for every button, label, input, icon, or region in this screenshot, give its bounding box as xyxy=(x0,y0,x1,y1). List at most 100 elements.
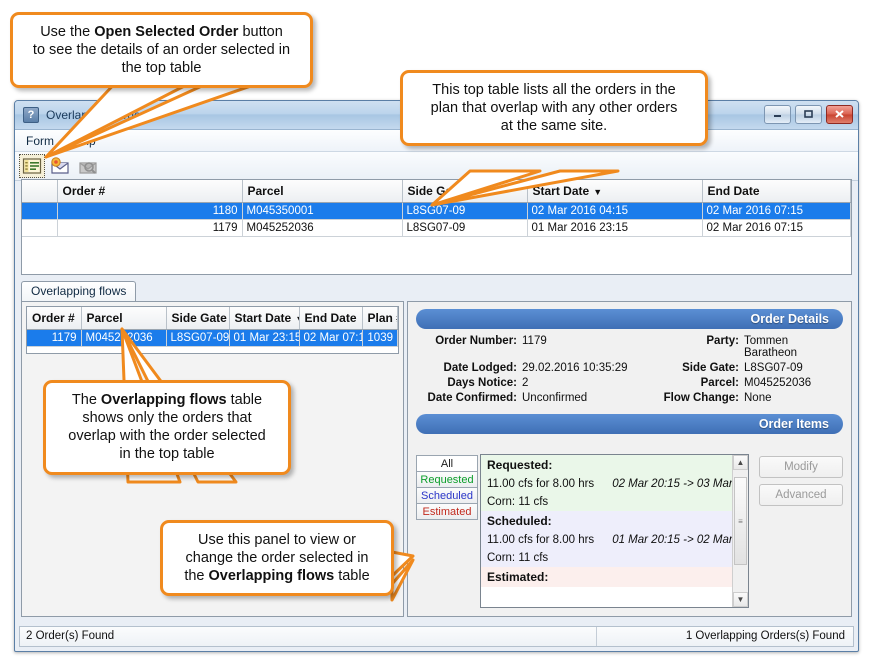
list-item[interactable]: Corn: 11 cfs xyxy=(481,493,733,511)
tab-overlapping-flows[interactable]: Overlapping flows xyxy=(21,281,136,301)
row-selector-cell[interactable] xyxy=(22,203,57,220)
menu-item-help[interactable]: Help xyxy=(68,133,99,149)
label-parcel: Parcel: xyxy=(652,377,744,389)
item-flow: Corn: 11 cfs xyxy=(487,552,548,564)
modify-button[interactable]: Modify xyxy=(759,456,843,478)
callout-top-table: This top table lists all the orders in t… xyxy=(400,70,708,146)
maximize-button[interactable] xyxy=(795,105,822,124)
column-header-start-date[interactable]: Start Date▼ xyxy=(229,307,299,330)
window-controls xyxy=(764,105,853,124)
label-side-gate: Side Gate: xyxy=(652,362,744,374)
scroll-up-arrow-icon[interactable]: ▲ xyxy=(733,455,748,470)
item-flow: 11.00 cfs for 8.00 hrs xyxy=(487,478,594,490)
item-flow: Corn: 11 cfs xyxy=(487,496,548,508)
list-item-group-header: Requested: xyxy=(481,455,733,475)
column-header-order-no[interactable]: Order # xyxy=(57,180,242,203)
value-flow-change: None xyxy=(744,392,841,404)
advanced-button[interactable]: Advanced xyxy=(759,484,843,506)
minimize-button[interactable] xyxy=(764,105,791,124)
open-selected-order-icon[interactable] xyxy=(19,154,45,178)
callout-line: in the top table xyxy=(56,445,278,463)
label-flow-change: Flow Change: xyxy=(652,392,744,404)
callout-line: Use this panel to view or xyxy=(173,531,381,549)
status-bar: 2 Order(s) Found 1 Overlapping Orders(s)… xyxy=(19,626,854,647)
column-header-parcel[interactable]: Parcel xyxy=(242,180,402,203)
item-when: 01 Mar 20:15 -> 02 Mar 04:15 xyxy=(612,534,733,546)
callout-emphasis: Overlapping flows xyxy=(209,568,335,584)
list-item[interactable]: Corn: 11 cfs xyxy=(481,549,733,567)
cell-side-gate: L8SG07-09 xyxy=(402,203,527,220)
item-flow: 11.00 cfs for 8.00 hrs xyxy=(487,534,594,546)
label-party: Party: xyxy=(652,335,744,359)
list-item[interactable]: 11.00 cfs for 8.00 hrs 01 Mar 20:15 -> 02… xyxy=(481,531,733,549)
row-selector-header[interactable] xyxy=(22,180,57,203)
label-date-lodged: Date Lodged: xyxy=(414,362,522,374)
cell-order-no: 1180 xyxy=(57,203,242,220)
cell-start-date: 01 Mar 23:15 xyxy=(229,330,299,347)
order-detail-panel: Order Details Order Number: 1179 Party: … xyxy=(407,301,852,617)
cell-start-date: 02 Mar 2016 04:15 xyxy=(527,203,702,220)
filter-scheduled-button[interactable]: Scheduled xyxy=(416,487,478,504)
list-item-group-header: Estimated: xyxy=(481,567,733,587)
sort-descending-icon: ▼ xyxy=(593,187,602,197)
callout-line: Use the Open Selected Order button xyxy=(23,23,300,41)
column-header-end-date[interactable]: End Date xyxy=(299,307,362,330)
callout-line: the top table xyxy=(23,59,300,77)
value-parcel: M045252036 xyxy=(744,377,841,389)
status-overlapping-found: 1 Overlapping Orders(s) Found xyxy=(597,627,853,646)
callout-emphasis: Overlapping flows xyxy=(101,392,227,408)
callout-line: at the same site. xyxy=(413,117,695,135)
value-order-number: 1179 xyxy=(522,335,652,359)
cell-end-date: 02 Mar 2016 07:15 xyxy=(702,203,851,220)
email-order-icon[interactable] xyxy=(47,154,73,178)
screenshot-root: ? Overlapping Orders Form Help xyxy=(0,0,873,665)
callout-line: to see the details of an order selected … xyxy=(23,41,300,59)
order-details-header: Order Details xyxy=(416,309,843,329)
callout-line: The Overlapping flows table xyxy=(56,391,278,409)
column-header-end-date[interactable]: End Date xyxy=(702,180,851,203)
filter-estimated-button[interactable]: Estimated xyxy=(416,503,478,520)
table-row[interactable]: 1179 M045252036 L8SG07-09 01 Mar 23:15 0… xyxy=(27,330,398,347)
callout-line: shows only the orders that xyxy=(56,409,278,427)
callout-line: plan that overlap with any other orders xyxy=(413,99,695,117)
table-header-row: Order # Parcel Side Gate Start Date▼ End… xyxy=(27,307,398,330)
order-details-fields: Order Number: 1179 Party: Tommen Barathe… xyxy=(414,335,841,404)
cell-parcel: M045350001 xyxy=(242,203,402,220)
callout-line: change the order selected in xyxy=(173,549,381,567)
column-header-side-gate[interactable]: Side Gate xyxy=(166,307,229,330)
question-mark-icon: ? xyxy=(23,107,39,123)
value-side-gate: L8SG07-09 xyxy=(744,362,841,374)
filter-all-button[interactable]: All xyxy=(416,455,478,472)
order-items-scrollbar[interactable]: ▲ ≡ ▼ xyxy=(732,455,748,607)
menu-item-form[interactable]: Form xyxy=(23,133,57,149)
overlapping-flows-table: Order # Parcel Side Gate Start Date▼ End… xyxy=(27,307,398,347)
scroll-down-arrow-icon[interactable]: ▼ xyxy=(733,592,748,607)
list-item[interactable]: 11.00 cfs for 8.00 hrs02 Mar 20:15 -> 03… xyxy=(481,475,733,493)
cell-end-date: 02 Mar 2016 07:15 xyxy=(702,220,851,237)
label-order-number: Order Number: xyxy=(414,335,522,359)
row-selector-cell[interactable] xyxy=(22,220,57,237)
table-row[interactable]: 1179 M045252036 L8SG07-09 01 Mar 2016 23… xyxy=(22,220,851,237)
overlapping-flows-grid[interactable]: Order # Parcel Side Gate Start Date▼ End… xyxy=(26,306,399,354)
cell-plan-no: 1039 xyxy=(362,330,398,347)
column-header-parcel[interactable]: Parcel xyxy=(81,307,166,330)
top-orders-grid[interactable]: Order # Parcel Side Gate Start Date▼ End… xyxy=(21,179,852,275)
order-items-list[interactable]: Requested: 11.00 cfs for 8.00 hrs02 Mar … xyxy=(480,454,749,608)
window-title: Overlapping Orders xyxy=(46,108,151,122)
column-header-order-no[interactable]: Order # xyxy=(27,307,81,330)
overlapping-orders-window: ? Overlapping Orders Form Help xyxy=(14,100,859,652)
order-items-actions: Modify Advanced xyxy=(749,454,843,608)
column-header-side-gate[interactable]: Side Gate xyxy=(402,180,527,203)
table-row[interactable]: 1180 M045350001 L8SG07-09 02 Mar 2016 04… xyxy=(22,203,851,220)
column-header-start-date[interactable]: Start Date▼ xyxy=(527,180,702,203)
toolbar xyxy=(15,152,858,181)
cell-side-gate: L8SG07-09 xyxy=(166,330,229,347)
scrollbar-thumb[interactable]: ≡ xyxy=(734,477,747,565)
cell-parcel: M045252036 xyxy=(242,220,402,237)
order-items-filters: All Requested Scheduled Estimated xyxy=(416,454,478,608)
callout-line: This top table lists all the orders in t… xyxy=(413,81,695,99)
close-button[interactable] xyxy=(826,105,853,124)
filter-requested-button[interactable]: Requested xyxy=(416,471,478,488)
tabstrip: Overlapping flows xyxy=(21,281,404,302)
column-header-plan-no[interactable]: Plan # xyxy=(362,307,398,330)
